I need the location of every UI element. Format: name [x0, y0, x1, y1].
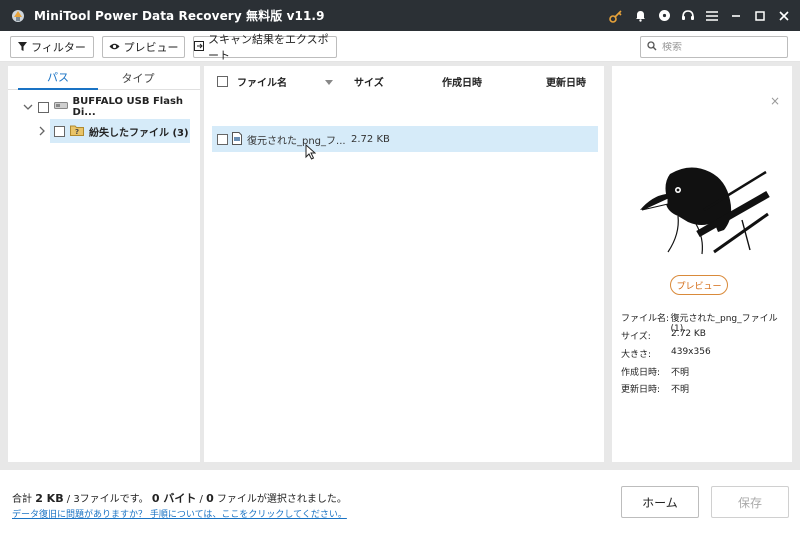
file-list-panel: ファイル名 サイズ 作成日時 更新日時 復元された_png_フ... 2.72 … [204, 66, 604, 462]
footer: 合計 2 KB / 3ファイルです。 0 バイト / 0 ファイルが選択されまし… [0, 470, 800, 534]
save-button[interactable]: 保存 [711, 486, 789, 518]
preview-image [640, 167, 770, 255]
column-header-created[interactable]: 作成日時 [442, 74, 482, 89]
table-row[interactable]: 復元された_png_フ... 2.72 KB [212, 126, 598, 152]
tab-path[interactable]: パス [18, 66, 98, 90]
select-all-checkbox[interactable] [217, 75, 228, 87]
window-title: MiniTool Power Data Recovery 無料版 v11.9 [34, 9, 325, 23]
maximize-icon[interactable] [748, 4, 772, 28]
headset-icon[interactable] [676, 4, 700, 28]
column-header-name[interactable]: ファイル名 [237, 74, 287, 89]
checkbox[interactable] [38, 101, 49, 113]
tree-item-label: 紛失したファイル (3) [89, 127, 189, 139]
tab-type[interactable]: タイプ [98, 66, 178, 90]
preview-button[interactable]: プレビュー [670, 275, 728, 295]
usb-drive-icon [53, 101, 68, 113]
tree-tabs: パス タイプ [8, 66, 200, 90]
lost-folder-icon: ? [70, 124, 84, 139]
row-checkbox[interactable] [217, 133, 228, 145]
chevron-right-icon[interactable] [36, 126, 48, 136]
tree-item-lost-files[interactable]: ? 紛失したファイル (3) [39, 119, 190, 143]
info-modified: 更新日時: 不明 [621, 385, 690, 395]
info-created: 作成日時: 不明 [621, 368, 690, 378]
title-bar: MiniTool Power Data Recovery 無料版 v11.9 [0, 0, 800, 31]
svg-text:?: ? [75, 128, 79, 136]
search-input[interactable] [662, 41, 782, 53]
export-icon [194, 40, 204, 54]
menu-icon[interactable] [700, 4, 724, 28]
close-preview-icon[interactable]: × [770, 94, 780, 108]
tree-panel: パス タイプ BUFFALO USB Flash Di... ? 紛失したファイ… [8, 66, 200, 462]
sort-desc-icon[interactable] [325, 77, 333, 88]
file-list-header: ファイル名 サイズ 作成日時 更新日時 [204, 66, 604, 96]
search-icon [647, 40, 657, 54]
tree-item-usb-drive[interactable]: BUFFALO USB Flash Di... [8, 95, 200, 119]
funnel-icon [18, 41, 28, 54]
eye-icon [109, 41, 120, 54]
toolbar: フィルター プレビュー スキャン結果をエクスポート [0, 31, 800, 62]
file-name-cell: 復元された_png_フ... [247, 135, 346, 147]
chevron-down-icon[interactable] [22, 104, 33, 111]
disc-icon[interactable] [652, 4, 676, 28]
mouse-cursor-icon [305, 144, 316, 160]
search-box[interactable] [640, 36, 788, 58]
preview-panel: × プレビュー ファイル名: 復元された_png_ファイル(1). サイズ: 2… [612, 66, 792, 462]
column-header-modified[interactable]: 更新日時 [546, 74, 586, 89]
help-link[interactable]: データ復旧に問題がありますか？ 手順については、ここをクリックしてください。 [12, 507, 347, 520]
home-button[interactable]: ホーム [621, 486, 699, 518]
filter-button[interactable]: フィルター [10, 36, 94, 58]
png-file-icon [232, 132, 242, 148]
preview-toolbar-button[interactable]: プレビュー [102, 36, 185, 58]
tree-item-label: BUFFALO USB Flash Di... [72, 96, 184, 118]
selection-summary: 合計 2 KB / 3ファイルです。 0 バイト / 0 ファイルが選択されまし… [12, 492, 347, 505]
column-header-size[interactable]: サイズ [354, 74, 384, 89]
minimize-icon[interactable] [724, 4, 748, 28]
app-logo-icon [10, 8, 26, 24]
info-dimensions: 大きさ: 439x356 [621, 347, 711, 360]
close-icon[interactable] [772, 4, 796, 28]
info-size: サイズ: 2.72 KB [621, 329, 706, 342]
export-scan-results-button[interactable]: スキャン結果をエクスポート [193, 33, 337, 62]
file-size-cell: 2.72 KB [351, 133, 390, 145]
bell-icon[interactable] [628, 4, 652, 28]
main-area: パス タイプ BUFFALO USB Flash Di... ? 紛失したファイ… [0, 62, 800, 470]
checkbox[interactable] [54, 125, 65, 137]
key-icon[interactable] [604, 4, 628, 28]
